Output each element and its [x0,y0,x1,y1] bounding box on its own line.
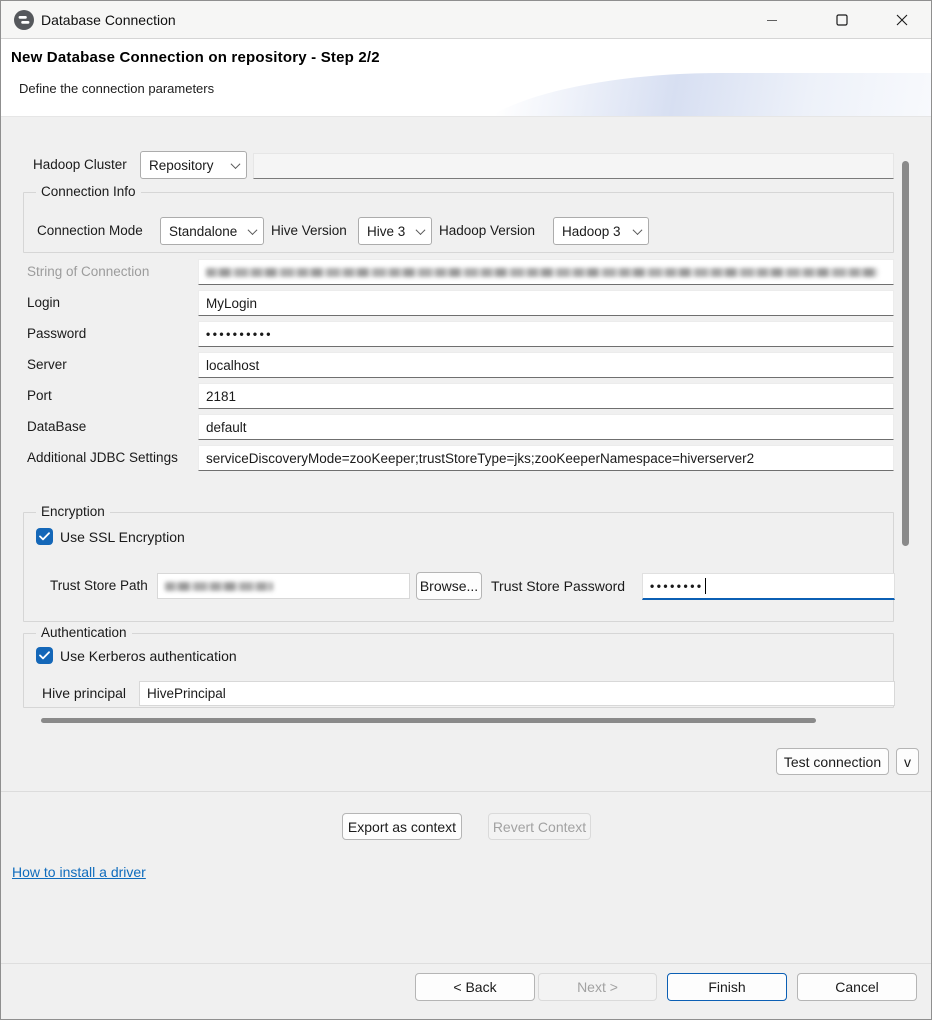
minimize-button[interactable] [749,1,794,39]
authentication-group: Authentication Use Kerberos authenticati… [23,633,894,708]
redacted-trust-store-path [165,582,273,591]
chevron-down-icon [231,159,241,169]
hadoop-cluster-label: Hadoop Cluster [33,151,127,179]
database-input[interactable]: default [198,414,894,440]
server-input[interactable]: localhost [198,352,894,378]
connection-mode-select[interactable]: Standalone [160,217,264,245]
app-icon [14,10,34,30]
hadoop-cluster-extra-field [253,153,894,179]
wizard-header: New Database Connection on repository - … [1,39,931,117]
string-of-connection-input [198,259,894,285]
login-input[interactable]: MyLogin [198,290,894,316]
port-label: Port [27,383,52,409]
close-button[interactable] [879,1,924,39]
finish-button[interactable]: Finish [667,973,787,1001]
how-to-install-driver-link[interactable]: How to install a driver [12,864,146,880]
checkbox-checked-icon [36,647,53,664]
connection-mode-label: Connection Mode [37,217,143,245]
database-value: default [206,420,247,435]
database-connection-window: Database Connection New Database Connect… [0,0,932,1020]
divider [1,791,932,792]
authentication-legend: Authentication [36,625,132,640]
server-label: Server [27,352,67,378]
hive-version-value: Hive 3 [367,224,405,239]
use-kerberos-label: Use Kerberos authentication [60,648,237,664]
connection-mode-value: Standalone [169,224,237,239]
hadoop-version-select[interactable]: Hadoop 3 [553,217,649,245]
hive-version-label: Hive Version [271,217,347,245]
port-value: 2181 [206,389,236,404]
password-input[interactable]: •••••••••• [198,321,894,347]
use-ssl-encryption-checkbox[interactable]: Use SSL Encryption [36,528,185,545]
hadoop-version-label: Hadoop Version [439,217,535,245]
hadoop-cluster-value: Repository [149,158,214,173]
password-label: Password [27,321,86,347]
string-of-connection-label: String of Connection [27,259,149,285]
port-input[interactable]: 2181 [198,383,894,409]
maximize-icon [836,14,848,26]
encryption-legend: Encryption [36,504,110,519]
chevron-down-icon [416,225,426,235]
connection-info-legend: Connection Info [36,184,141,199]
hadoop-version-value: Hadoop 3 [562,224,621,239]
test-connection-button[interactable]: Test connection [776,748,889,775]
footer-divider [1,963,932,964]
hive-principal-input[interactable]: HivePrincipal [139,681,895,706]
form-content: Hadoop Cluster Repository Connection Inf… [1,117,931,1020]
hadoop-cluster-select[interactable]: Repository [140,151,247,179]
minimize-icon [766,14,778,26]
hive-principal-value: HivePrincipal [147,686,226,701]
additional-jdbc-settings-input[interactable]: serviceDiscoveryMode=zooKeeper;trustStor… [198,445,894,471]
trust-store-password-value: •••••••• [650,579,704,593]
next-button: Next > [538,973,657,1001]
page-subtitle: Define the connection parameters [19,81,214,96]
title-bar: Database Connection [1,1,931,39]
text-caret [705,578,706,594]
test-connection-menu-button[interactable]: v [896,748,919,775]
revert-context-button: Revert Context [488,813,591,840]
horizontal-scrollbar[interactable] [41,718,816,723]
login-label: Login [27,290,60,316]
page-title: New Database Connection on repository - … [11,49,380,66]
checkbox-checked-icon [36,528,53,545]
vertical-scrollbar[interactable] [902,161,909,546]
login-value: MyLogin [206,296,257,311]
browse-button[interactable]: Browse... [416,572,482,600]
trust-store-path-label: Trust Store Path [50,572,148,600]
window-title: Database Connection [41,1,176,39]
export-as-context-button[interactable]: Export as context [342,813,462,840]
maximize-button[interactable] [819,1,864,39]
chevron-down-icon [248,225,258,235]
back-button[interactable]: < Back [415,973,535,1001]
trust-store-password-label: Trust Store Password [491,572,625,600]
trust-store-path-input[interactable] [157,573,410,599]
use-ssl-encryption-label: Use SSL Encryption [60,529,185,545]
hive-version-select[interactable]: Hive 3 [358,217,432,245]
database-label: DataBase [27,414,86,440]
cancel-button[interactable]: Cancel [797,973,917,1001]
chevron-down-icon [633,225,643,235]
hive-principal-label: Hive principal [42,681,126,706]
connection-info-group: Connection Info Connection Mode Standalo… [23,192,894,253]
trust-store-password-input[interactable]: •••••••• [642,573,895,600]
redacted-connection-string [206,268,878,277]
additional-jdbc-settings-label: Additional JDBC Settings [27,445,178,471]
header-swoosh-decoration [461,73,931,117]
server-value: localhost [206,358,259,373]
use-kerberos-checkbox[interactable]: Use Kerberos authentication [36,647,237,664]
encryption-group: Encryption Use SSL Encryption Trust Stor… [23,512,894,622]
additional-jdbc-settings-value: serviceDiscoveryMode=zooKeeper;trustStor… [206,451,754,466]
close-icon [896,14,908,26]
password-value: •••••••••• [206,327,273,341]
